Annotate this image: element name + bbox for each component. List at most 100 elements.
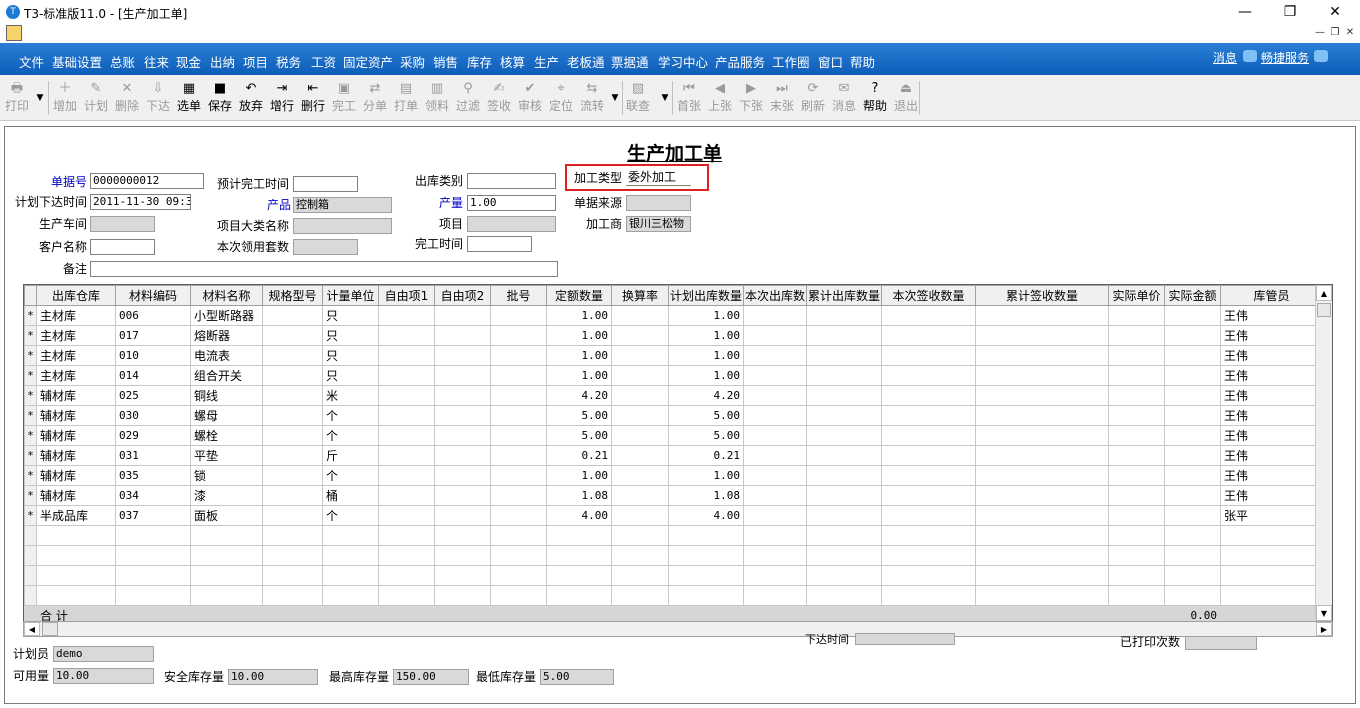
table-row[interactable]: * 辅材库 035 锁 个 1.00 1.00 王伟 [24, 465, 1324, 486]
cell-this_out[interactable] [743, 485, 808, 506]
toolbar-button-11[interactable]: ⇄ 分单 [361, 79, 389, 117]
cell-quota[interactable]: 4.20 [546, 385, 612, 406]
cell-planned[interactable]: 0.21 [667, 445, 745, 466]
empty-cell[interactable] [322, 565, 379, 586]
empty-cell[interactable] [24, 565, 37, 586]
cell-rate[interactable] [611, 385, 669, 406]
cell-spec[interactable] [262, 485, 323, 506]
row-marker[interactable]: * [24, 325, 37, 346]
cell-price[interactable] [1108, 425, 1166, 446]
toolbar-button-12[interactable]: ▤ 打单 [392, 79, 420, 117]
row-marker[interactable]: * [24, 505, 37, 526]
empty-cell[interactable] [1108, 585, 1166, 606]
cell-this_sign[interactable] [881, 445, 977, 466]
empty-cell[interactable] [378, 565, 435, 586]
cell-batch[interactable] [490, 465, 547, 486]
horizontal-scroll-thumb[interactable] [42, 622, 58, 636]
cell-cum_sign[interactable] [975, 465, 1110, 486]
table-row[interactable]: * 主材库 006 小型断路器 只 1.00 1.00 王伟 [24, 305, 1324, 326]
cell-cum_sign[interactable] [975, 405, 1110, 426]
cell-unit[interactable]: 斤 [322, 445, 379, 466]
cell-free2[interactable] [434, 305, 491, 326]
empty-cell[interactable] [881, 585, 977, 606]
empty-cell[interactable] [881, 565, 977, 586]
row-marker[interactable]: * [24, 485, 37, 506]
cell-warehouse[interactable]: 主材库 [36, 365, 116, 386]
empty-cell[interactable] [434, 545, 491, 566]
empty-cell[interactable] [322, 585, 379, 606]
cell-price[interactable] [1108, 345, 1166, 366]
cell-free2[interactable] [434, 345, 491, 366]
customer-field[interactable] [90, 239, 155, 255]
cell-cum_sign[interactable] [975, 365, 1110, 386]
cell-keeper[interactable]: 王伟 [1220, 485, 1324, 506]
project-field[interactable] [467, 216, 556, 232]
column-header[interactable]: 本次出库数 [743, 285, 808, 306]
cell-cum_out[interactable] [806, 365, 883, 386]
cell-amount[interactable] [1164, 405, 1222, 426]
cell-batch[interactable] [490, 325, 547, 346]
issue-time-field[interactable] [855, 633, 955, 645]
menu-item[interactable]: 票据通 [611, 52, 649, 71]
cell-free2[interactable] [434, 385, 491, 406]
mdi-minimize-icon[interactable]: — [1312, 26, 1328, 40]
empty-cell[interactable] [1108, 565, 1166, 586]
toolbar-button-6[interactable]: ■ 保存 [206, 79, 234, 117]
empty-cell[interactable] [490, 565, 547, 586]
empty-cell[interactable] [546, 565, 612, 586]
empty-cell[interactable] [434, 585, 491, 606]
empty-cell[interactable] [378, 585, 435, 606]
scroll-up-icon[interactable]: ▲ [1316, 285, 1332, 301]
toolbar-button-1[interactable]: ＋增加 [51, 79, 79, 117]
cell-name[interactable]: 螺栓 [190, 425, 263, 446]
cell-free1[interactable] [378, 305, 435, 326]
cell-batch[interactable] [490, 365, 547, 386]
cell-warehouse[interactable]: 半成品库 [36, 505, 116, 526]
remark-field[interactable] [90, 261, 558, 277]
cell-planned[interactable]: 5.00 [667, 425, 745, 446]
cell-code[interactable]: 010 [115, 345, 191, 366]
cell-spec[interactable] [262, 505, 323, 526]
cell-this_sign[interactable] [881, 405, 977, 426]
cell-quota[interactable]: 1.00 [546, 325, 612, 346]
cell-price[interactable] [1108, 385, 1166, 406]
cell-spec[interactable] [262, 325, 323, 346]
menu-item[interactable]: 老板通 [567, 52, 605, 71]
product-field[interactable]: 控制箱 [293, 197, 392, 213]
cell-batch[interactable] [490, 505, 547, 526]
empty-cell[interactable] [975, 565, 1110, 586]
empty-cell[interactable] [1220, 565, 1324, 586]
cell-amount[interactable] [1164, 385, 1222, 406]
empty-cell[interactable] [1108, 545, 1166, 566]
empty-cell[interactable] [24, 585, 37, 606]
cell-name[interactable]: 锁 [190, 465, 263, 486]
cell-cum_out[interactable] [806, 445, 883, 466]
cell-quota[interactable]: 1.00 [546, 465, 612, 486]
vertical-scrollbar[interactable]: ▲ ▼ [1315, 285, 1332, 621]
cell-warehouse[interactable]: 辅材库 [36, 385, 116, 406]
cell-name[interactable]: 电流表 [190, 345, 263, 366]
empty-cell[interactable] [490, 545, 547, 566]
toolbar-button-20[interactable]: ⏮ 首张 [675, 79, 703, 117]
cell-amount[interactable] [1164, 485, 1222, 506]
cell-spec[interactable] [262, 465, 323, 486]
cell-code[interactable]: 029 [115, 425, 191, 446]
cell-code[interactable]: 035 [115, 465, 191, 486]
cell-amount[interactable] [1164, 465, 1222, 486]
column-header[interactable]: 批号 [490, 285, 547, 306]
cell-warehouse[interactable]: 主材库 [36, 345, 116, 366]
empty-cell[interactable] [1108, 525, 1166, 546]
cell-price[interactable] [1108, 305, 1166, 326]
cell-this_sign[interactable] [881, 425, 977, 446]
menu-item[interactable]: 产品服务 [715, 52, 765, 71]
doc-no-field[interactable]: 0000000012 [90, 173, 204, 189]
project-category-field[interactable] [293, 218, 392, 234]
empty-cell[interactable] [190, 585, 263, 606]
toolbar-button-8[interactable]: ⇥ 增行 [268, 79, 296, 117]
menu-item[interactable]: 库存 [467, 52, 492, 71]
cell-keeper[interactable]: 王伟 [1220, 365, 1324, 386]
menu-item[interactable]: 学习中心 [658, 52, 708, 71]
empty-cell[interactable] [434, 525, 491, 546]
mdi-close-icon[interactable]: ✕ [1342, 26, 1358, 40]
cell-warehouse[interactable]: 主材库 [36, 325, 116, 346]
